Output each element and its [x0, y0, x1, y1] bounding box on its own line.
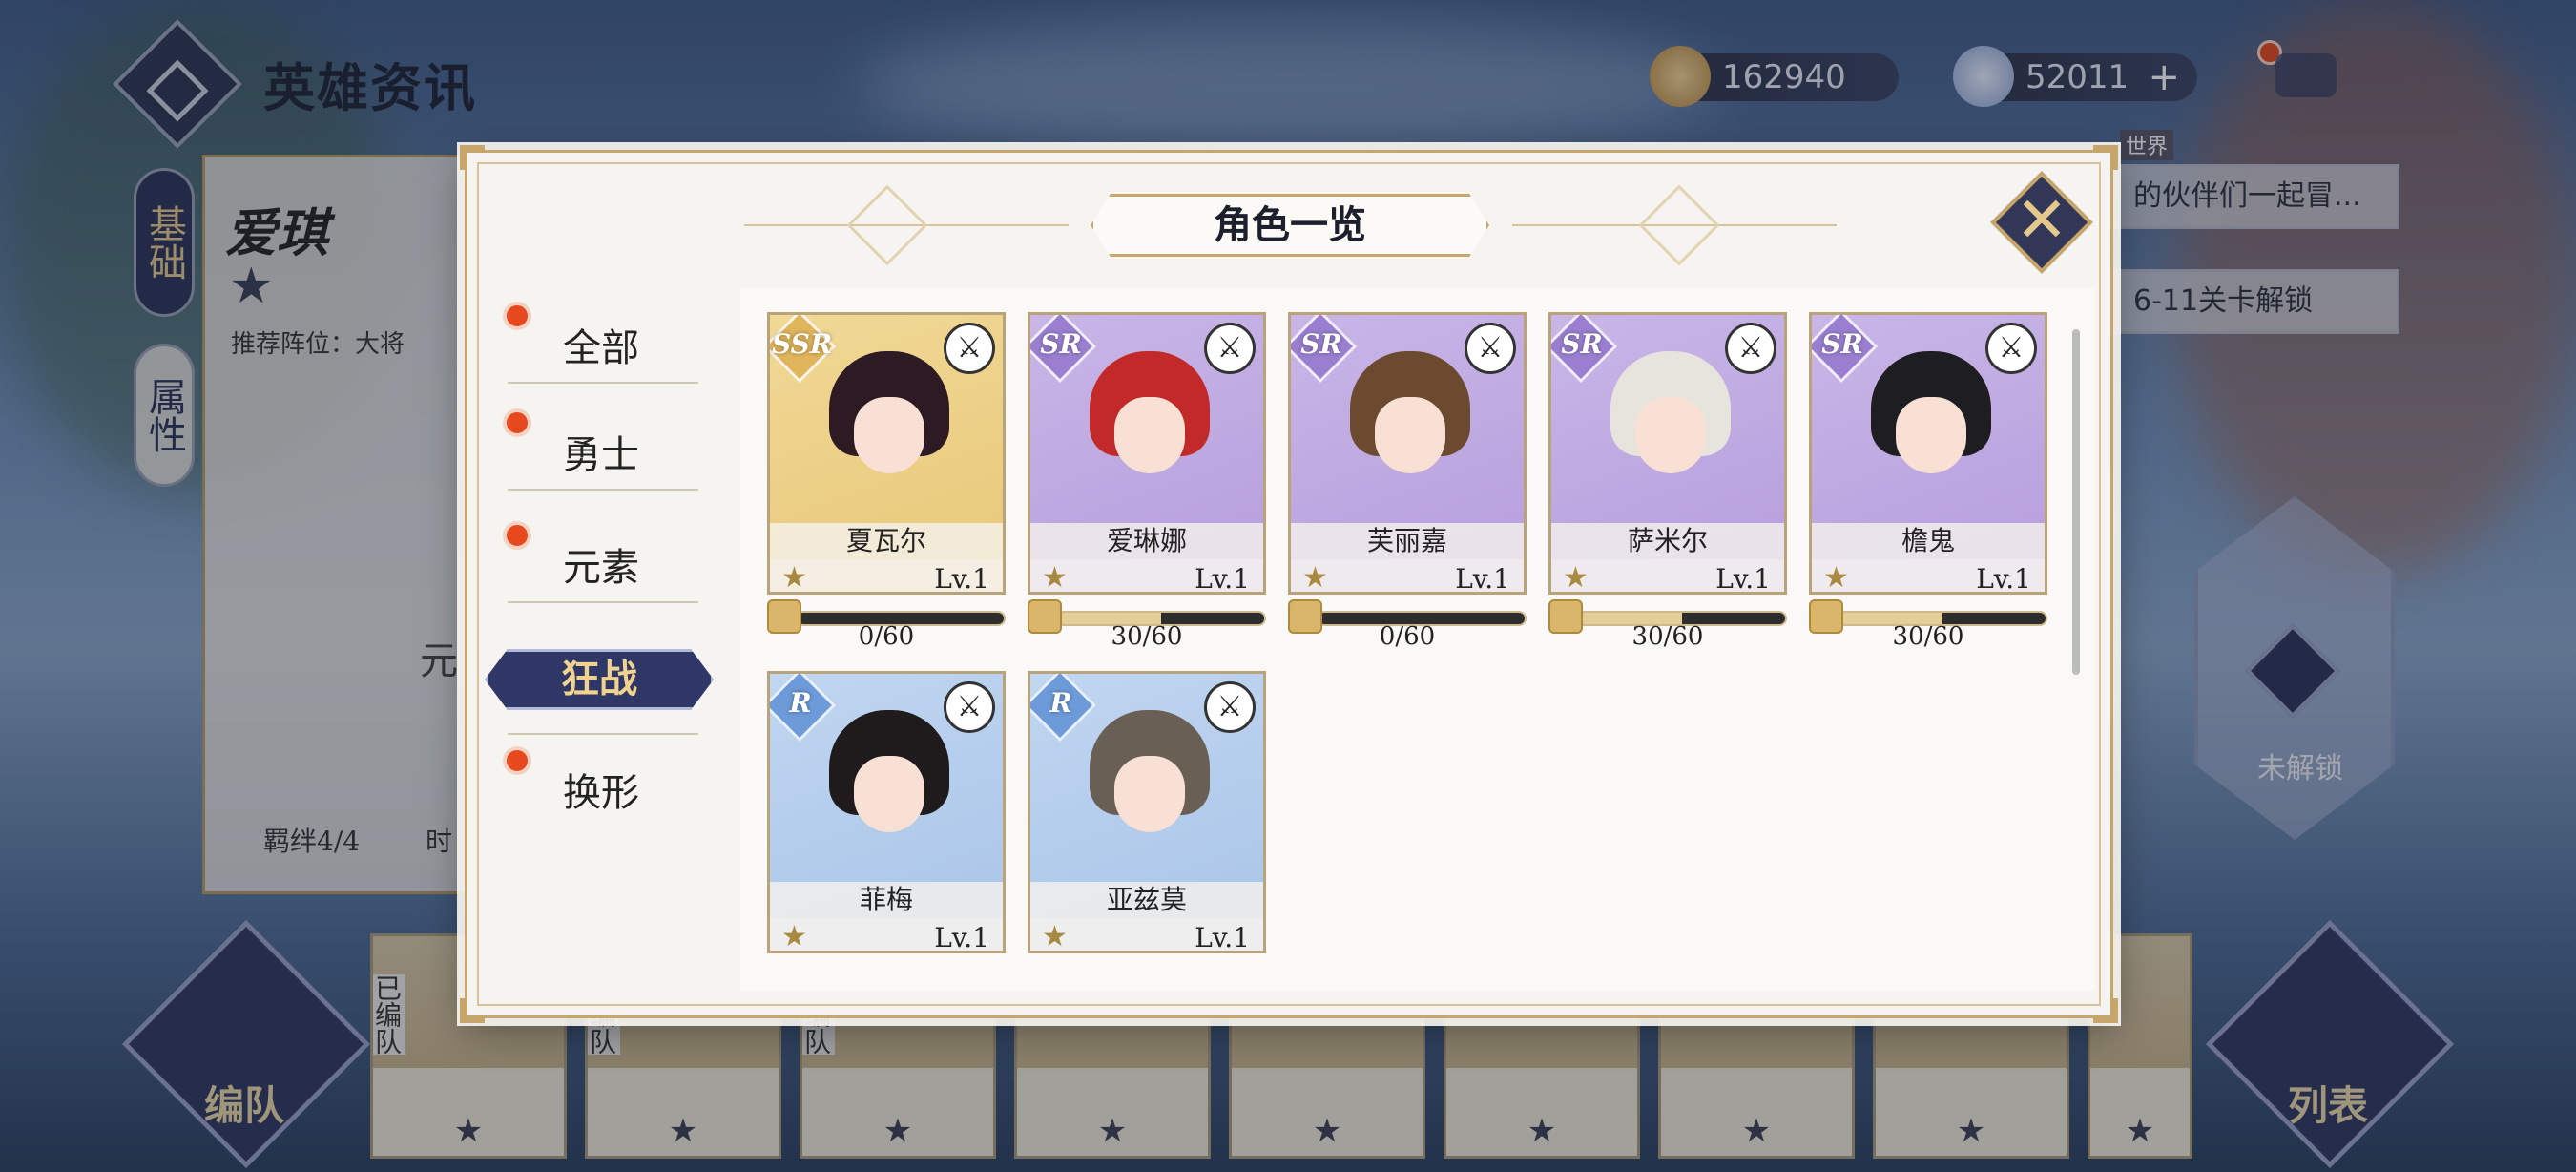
rarity-label: SR: [1821, 328, 1863, 360]
hero-level-band: ★ Lv.1: [1030, 559, 1263, 595]
category-label: 元素: [563, 546, 639, 590]
star-icon: ★: [1823, 561, 1849, 595]
berserker-class-icon: ⚔: [944, 323, 995, 374]
category-tab[interactable]: 换形: [503, 746, 706, 828]
rarity-label: R: [789, 687, 812, 719]
star-icon: ★: [1563, 561, 1589, 595]
hero-face: [854, 756, 924, 832]
hero-name: 菲梅: [770, 882, 1003, 918]
hero-face: [1114, 756, 1185, 832]
category-tab[interactable]: 勇士: [503, 408, 706, 491]
category-separator: [508, 382, 698, 384]
berserker-class-icon: ⚔: [944, 681, 995, 733]
hero-face: [1896, 397, 1966, 473]
hero-card[interactable]: SR ⚔ 檐鬼 ★ Lv.1: [1809, 312, 2047, 595]
hero-card[interactable]: SR ⚔ 萨米尔 ★ Lv.1: [1548, 312, 1787, 595]
berserker-class-icon: ⚔: [1725, 323, 1776, 374]
category-label: 全部: [563, 326, 639, 370]
category-label: 换形: [563, 771, 639, 815]
hero-level-band: ★ Lv.1: [1291, 559, 1524, 595]
hero-card[interactable]: R ⚔ 菲梅 ★ Lv.1: [767, 671, 1006, 953]
category-tab[interactable]: 全部: [503, 302, 706, 384]
hero-level: Lv.1: [1195, 922, 1250, 953]
star-icon: ★: [1302, 561, 1328, 595]
hero-name: 檐鬼: [1812, 523, 2045, 559]
star-icon: ★: [1042, 561, 1068, 595]
hero-level-band: ★ Lv.1: [1551, 559, 1784, 595]
corner-ornament: [2093, 998, 2118, 1023]
category-label: 勇士: [563, 433, 639, 477]
hero-face: [854, 397, 924, 473]
category-tab[interactable]: 元素: [503, 521, 706, 603]
star-icon: ★: [781, 920, 807, 953]
hero-level: Lv.1: [1195, 563, 1250, 595]
rarity-label: SSR: [772, 328, 833, 360]
hero-card[interactable]: SSR ⚔ 夏瓦尔 ★ Lv.1: [767, 312, 1006, 595]
close-icon: ✕: [2015, 183, 2068, 257]
berserker-class-icon: ⚔: [1985, 323, 2037, 374]
rarity-label: R: [1049, 687, 1072, 719]
hero-face: [1635, 397, 1706, 473]
hero-level-band: ★ Lv.1: [770, 559, 1003, 595]
corner-ornament: [2093, 145, 2118, 170]
shard-count: 0/60: [858, 622, 915, 651]
hero-level: Lv.1: [934, 922, 989, 953]
hero-level: Lv.1: [934, 563, 989, 595]
category-separator: [508, 601, 698, 603]
shard-count: 30/60: [1892, 622, 1964, 651]
hero-card[interactable]: R ⚔ 亚兹莫 ★ Lv.1: [1028, 671, 1266, 953]
shard-count: 30/60: [1111, 622, 1183, 651]
rarity-label: SR: [1300, 328, 1342, 360]
grid-scrollbar[interactable]: [2072, 329, 2080, 675]
hero-name: 芙丽嘉: [1291, 523, 1524, 559]
star-icon: ★: [1042, 920, 1068, 953]
hero-name: 亚兹莫: [1030, 882, 1263, 918]
rarity-label: SR: [1561, 328, 1603, 360]
rarity-label: SR: [1040, 328, 1082, 360]
notification-dot: [503, 746, 531, 775]
category-separator: [508, 489, 698, 491]
hero-name: 爱琳娜: [1030, 523, 1263, 559]
hero-level-band: ★ Lv.1: [1812, 559, 2045, 595]
corner-ornament: [460, 145, 485, 170]
berserker-class-icon: ⚔: [1204, 681, 1256, 733]
corner-ornament: [460, 998, 485, 1023]
notification-dot: [503, 521, 531, 550]
hero-level: Lv.1: [1976, 563, 2031, 595]
notification-dot: [503, 302, 531, 330]
hero-card[interactable]: SR ⚔ 芙丽嘉 ★ Lv.1: [1288, 312, 1527, 595]
notification-dot: [503, 408, 531, 437]
berserker-class-icon: ⚔: [1204, 323, 1256, 374]
hero-name: 夏瓦尔: [770, 523, 1003, 559]
hero-level-band: ★ Lv.1: [770, 918, 1003, 953]
hero-level: Lv.1: [1455, 563, 1510, 595]
hero-card[interactable]: SR ⚔ 爱琳娜 ★ Lv.1: [1028, 312, 1266, 595]
category-separator: [508, 733, 698, 735]
modal-title: 角色一览: [1091, 194, 1489, 257]
shard-count: 0/60: [1379, 622, 1436, 651]
category-tab-active[interactable]: 狂战: [485, 649, 714, 710]
hero-name: 萨米尔: [1551, 523, 1784, 559]
berserker-class-icon: ⚔: [1465, 323, 1516, 374]
hero-face: [1375, 397, 1445, 473]
hero-face: [1114, 397, 1185, 473]
hero-level: Lv.1: [1715, 563, 1771, 595]
star-icon: ★: [781, 561, 807, 595]
hero-level-band: ★ Lv.1: [1030, 918, 1263, 953]
shard-count: 30/60: [1631, 622, 1704, 651]
